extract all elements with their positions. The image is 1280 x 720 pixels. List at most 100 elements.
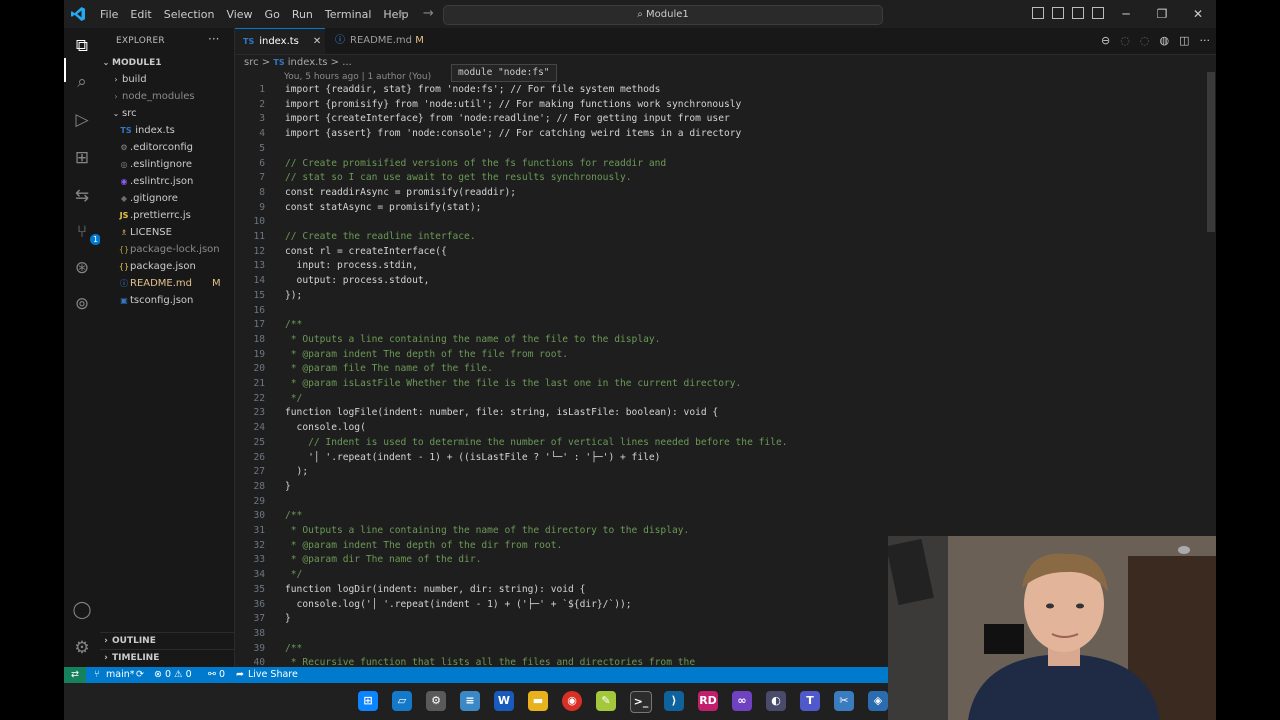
tsconfig-icon: ▣ [120, 296, 128, 305]
more-actions-icon[interactable]: ··· [1200, 34, 1211, 47]
menu-go[interactable]: Go [259, 8, 286, 21]
file-explorer-icon[interactable]: ▬ [528, 691, 548, 711]
split-editor-icon[interactable]: ◫ [1179, 34, 1189, 47]
customize-layout-icon[interactable] [1092, 7, 1104, 19]
chevron-right-icon: › [104, 653, 108, 663]
tree-folder-build[interactable]: › build [100, 71, 244, 88]
tree-file-tsconfig[interactable]: ▣ tsconfig.json [100, 292, 252, 309]
json-icon: {} [118, 245, 130, 254]
toggle-secondary-sidebar-icon[interactable] [1072, 7, 1084, 19]
gitlens-icon[interactable]: ⊛ [72, 258, 92, 278]
extensions-icon[interactable]: ⊞ [72, 148, 92, 168]
editor-scrollbar[interactable] [1207, 72, 1215, 232]
more-actions-icon[interactable]: ··· [208, 32, 219, 46]
teams-icon[interactable]: T [800, 691, 820, 711]
breadcrumb-folder[interactable]: src [244, 57, 259, 68]
accounts-icon[interactable]: ◯ [72, 600, 92, 620]
restore-icon[interactable]: ❐ [1144, 0, 1180, 28]
line-text: console.log('│ '.repeat(indent - 1) + ('… [285, 598, 632, 610]
breadcrumb-tail[interactable]: > ... [331, 57, 352, 68]
line-number: 10 [253, 216, 265, 228]
toggle-sidebar-icon[interactable] [1032, 7, 1044, 19]
line-text: * @param file The name of the file. [285, 363, 493, 375]
next-change-icon[interactable]: ◌ [1140, 34, 1150, 47]
info-icon: ⓘ [335, 35, 345, 46]
tab-index-ts[interactable]: TS index.ts ✕ [235, 28, 325, 54]
menu-view[interactable]: View [220, 8, 258, 21]
menu-file[interactable]: File [94, 8, 124, 21]
line-text: import {assert} from 'node:console'; // … [285, 128, 742, 140]
minimize-icon[interactable]: ─ [1108, 0, 1144, 28]
line-number: 13 [253, 260, 265, 272]
workspace-root[interactable]: ⌄ MODULE1 [100, 54, 234, 71]
menu-selection[interactable]: Selection [158, 8, 221, 21]
typescript-icon: TS [243, 37, 255, 46]
word-icon[interactable]: W [494, 691, 514, 711]
remote-explorer-icon[interactable]: ⇆ [72, 186, 92, 206]
problems-status[interactable]: ⊗ 0 ⚠ 0 [154, 667, 192, 683]
tree-file-license[interactable]: ♗ LICENSE [100, 224, 252, 241]
notepad-plus-icon[interactable]: ✎ [596, 691, 616, 711]
line-number: 12 [253, 245, 265, 257]
tree-file-editorconfig[interactable]: ⚙ .editorconfig [100, 139, 252, 156]
explorer-icon[interactable]: ⧉ [72, 36, 92, 56]
tab-readme[interactable]: ⓘ README.md M [327, 28, 437, 54]
menu-run[interactable]: Run [286, 8, 319, 21]
tree-file-gitignore[interactable]: ◆ .gitignore [100, 190, 252, 207]
task-view-icon[interactable]: ▱ [392, 691, 412, 711]
line-text: output: process.stdout, [285, 275, 430, 287]
previous-change-icon[interactable]: ◌ [1120, 34, 1130, 47]
info-icon: ⓘ [120, 279, 128, 288]
vscode-taskbar-icon[interactable]: ⟩ [664, 691, 684, 711]
activity-bar: ⧉ ⌕ ▷ ⊞ ⇆ ⑂ 1 ⊛ ⊚ ◯ ⚙ [64, 28, 101, 667]
ports-status[interactable]: ⚯ 0 [208, 667, 225, 683]
line-number: 1 [259, 84, 265, 95]
tree-file-index-ts[interactable]: TS index.ts [100, 122, 254, 139]
snipping-tool-icon[interactable]: ✂ [834, 691, 854, 711]
terminal-icon[interactable]: >_ [630, 691, 652, 713]
tree-file-eslintignore[interactable]: ◎ .eslintignore [100, 156, 252, 173]
tree-folder-node-modules[interactable]: › node_modules [100, 88, 244, 105]
close-icon[interactable]: ✕ [1180, 0, 1216, 28]
back-arrow-icon[interactable]: ← [398, 6, 409, 21]
close-tab-icon[interactable]: ✕ [313, 36, 321, 47]
settings-icon[interactable]: ⚙ [426, 691, 446, 711]
breadcrumb-file[interactable]: index.ts [288, 57, 328, 68]
chrome-icon[interactable]: ◉ [562, 691, 582, 711]
run-debug-icon[interactable]: ▷ [72, 110, 92, 130]
tree-folder-src[interactable]: ⌄ src [100, 105, 244, 122]
forward-arrow-icon[interactable]: → [423, 6, 434, 21]
search-view-icon[interactable]: ⌕ [72, 72, 92, 92]
tree-file-readme[interactable]: ⓘ README.md M [100, 275, 252, 292]
sync-icon[interactable]: ⟳ [136, 667, 144, 683]
outline-section[interactable]: › OUTLINE [100, 632, 234, 650]
source-control-icon[interactable]: ⑂ 1 [72, 222, 101, 245]
live-share-icon[interactable]: ⊚ [72, 294, 92, 314]
line-text: * Outputs a line containing the name of … [285, 333, 661, 345]
menu-terminal[interactable]: Terminal [319, 8, 378, 21]
command-center-search[interactable]: ⌕ Module1 [443, 5, 883, 25]
tree-file-eslintrc[interactable]: ◉ .eslintrc.json [100, 173, 252, 190]
app-icon[interactable]: ◐ [766, 691, 786, 711]
toggle-panel-icon[interactable] [1052, 7, 1064, 19]
git-compare-icon[interactable]: ⊖ [1101, 34, 1110, 47]
tree-file-package-json[interactable]: {}package.json [100, 258, 252, 275]
timeline-section[interactable]: › TIMELINE [100, 649, 234, 667]
eslint-icon: ◎ [120, 160, 128, 169]
git-blame-codelens[interactable]: You, 5 hours ago | 1 author (You) [284, 72, 431, 82]
manage-gear-icon[interactable]: ⚙ [72, 638, 92, 658]
live-share-status[interactable]: Live Share [248, 667, 298, 683]
notepad-icon[interactable]: ≡ [460, 691, 480, 711]
tree-file-package-lock[interactable]: {}package-lock.json [100, 241, 252, 258]
remote-indicator[interactable]: ⇄ [64, 667, 86, 683]
start-icon[interactable]: ⊞ [358, 691, 378, 711]
tree-file-prettierrc[interactable]: JS .prettierrc.js [100, 207, 252, 224]
breadcrumb-separator: > [261, 57, 271, 68]
line-text: // Create promisified versions of the fs… [285, 157, 667, 169]
app-icon[interactable]: ◈ [868, 691, 888, 711]
visual-studio-icon[interactable]: ∞ [732, 691, 752, 711]
branch-status[interactable]: main* [106, 667, 135, 683]
menu-edit[interactable]: Edit [124, 8, 157, 21]
open-changes-icon[interactable]: ◍ [1159, 34, 1169, 47]
rider-icon[interactable]: RD [698, 691, 718, 711]
